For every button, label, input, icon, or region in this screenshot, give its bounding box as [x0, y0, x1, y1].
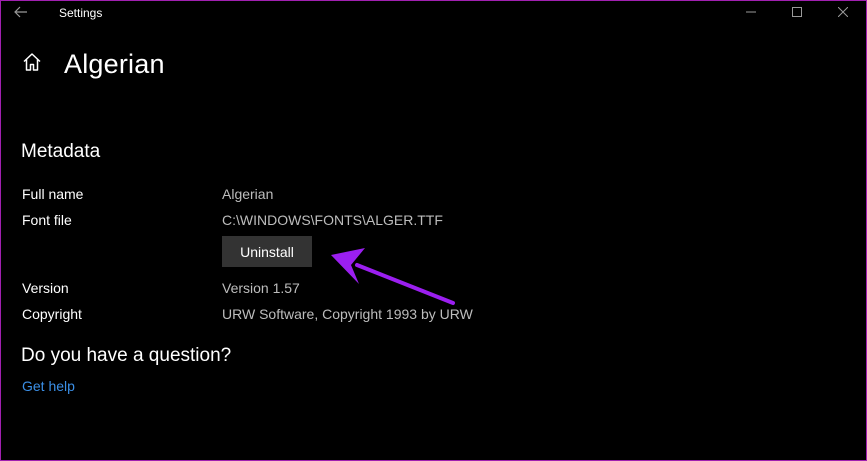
minimize-button[interactable]: [728, 1, 774, 25]
version-value: Version 1.57: [222, 280, 300, 296]
copyright-label: Copyright: [22, 306, 82, 322]
close-button[interactable]: [820, 1, 866, 25]
full-name-value: Algerian: [222, 186, 274, 202]
annotation-arrow-shaft: [355, 263, 455, 305]
metadata-heading: Metadata: [21, 141, 101, 162]
page-header: Algerian: [21, 49, 165, 80]
home-icon: [22, 52, 42, 77]
full-name-label: Full name: [22, 186, 84, 202]
close-icon: [837, 4, 849, 22]
copyright-value: URW Software, Copyright 1993 by URW: [222, 306, 473, 322]
window-title: Settings: [59, 6, 103, 20]
minimize-icon: [746, 4, 756, 22]
title-bar: Settings: [1, 1, 866, 25]
annotation-arrow-head: [331, 248, 365, 284]
font-file-value: C:\WINDOWS\FONTS\ALGER.TTF: [222, 212, 443, 228]
home-button[interactable]: [21, 52, 43, 77]
back-arrow-icon: [14, 5, 28, 21]
help-heading: Do you have a question?: [21, 345, 232, 366]
uninstall-button[interactable]: Uninstall: [222, 236, 312, 267]
page-title: Algerian: [64, 49, 165, 79]
window-controls: [728, 1, 866, 25]
font-file-label: Font file: [22, 212, 72, 228]
settings-window: Settings Algerian Metadata Full name Alg…: [0, 0, 867, 461]
maximize-button[interactable]: [774, 1, 820, 25]
version-label: Version: [22, 280, 69, 296]
maximize-icon: [792, 4, 802, 22]
back-button[interactable]: [1, 1, 41, 25]
get-help-link[interactable]: Get help: [22, 378, 75, 394]
